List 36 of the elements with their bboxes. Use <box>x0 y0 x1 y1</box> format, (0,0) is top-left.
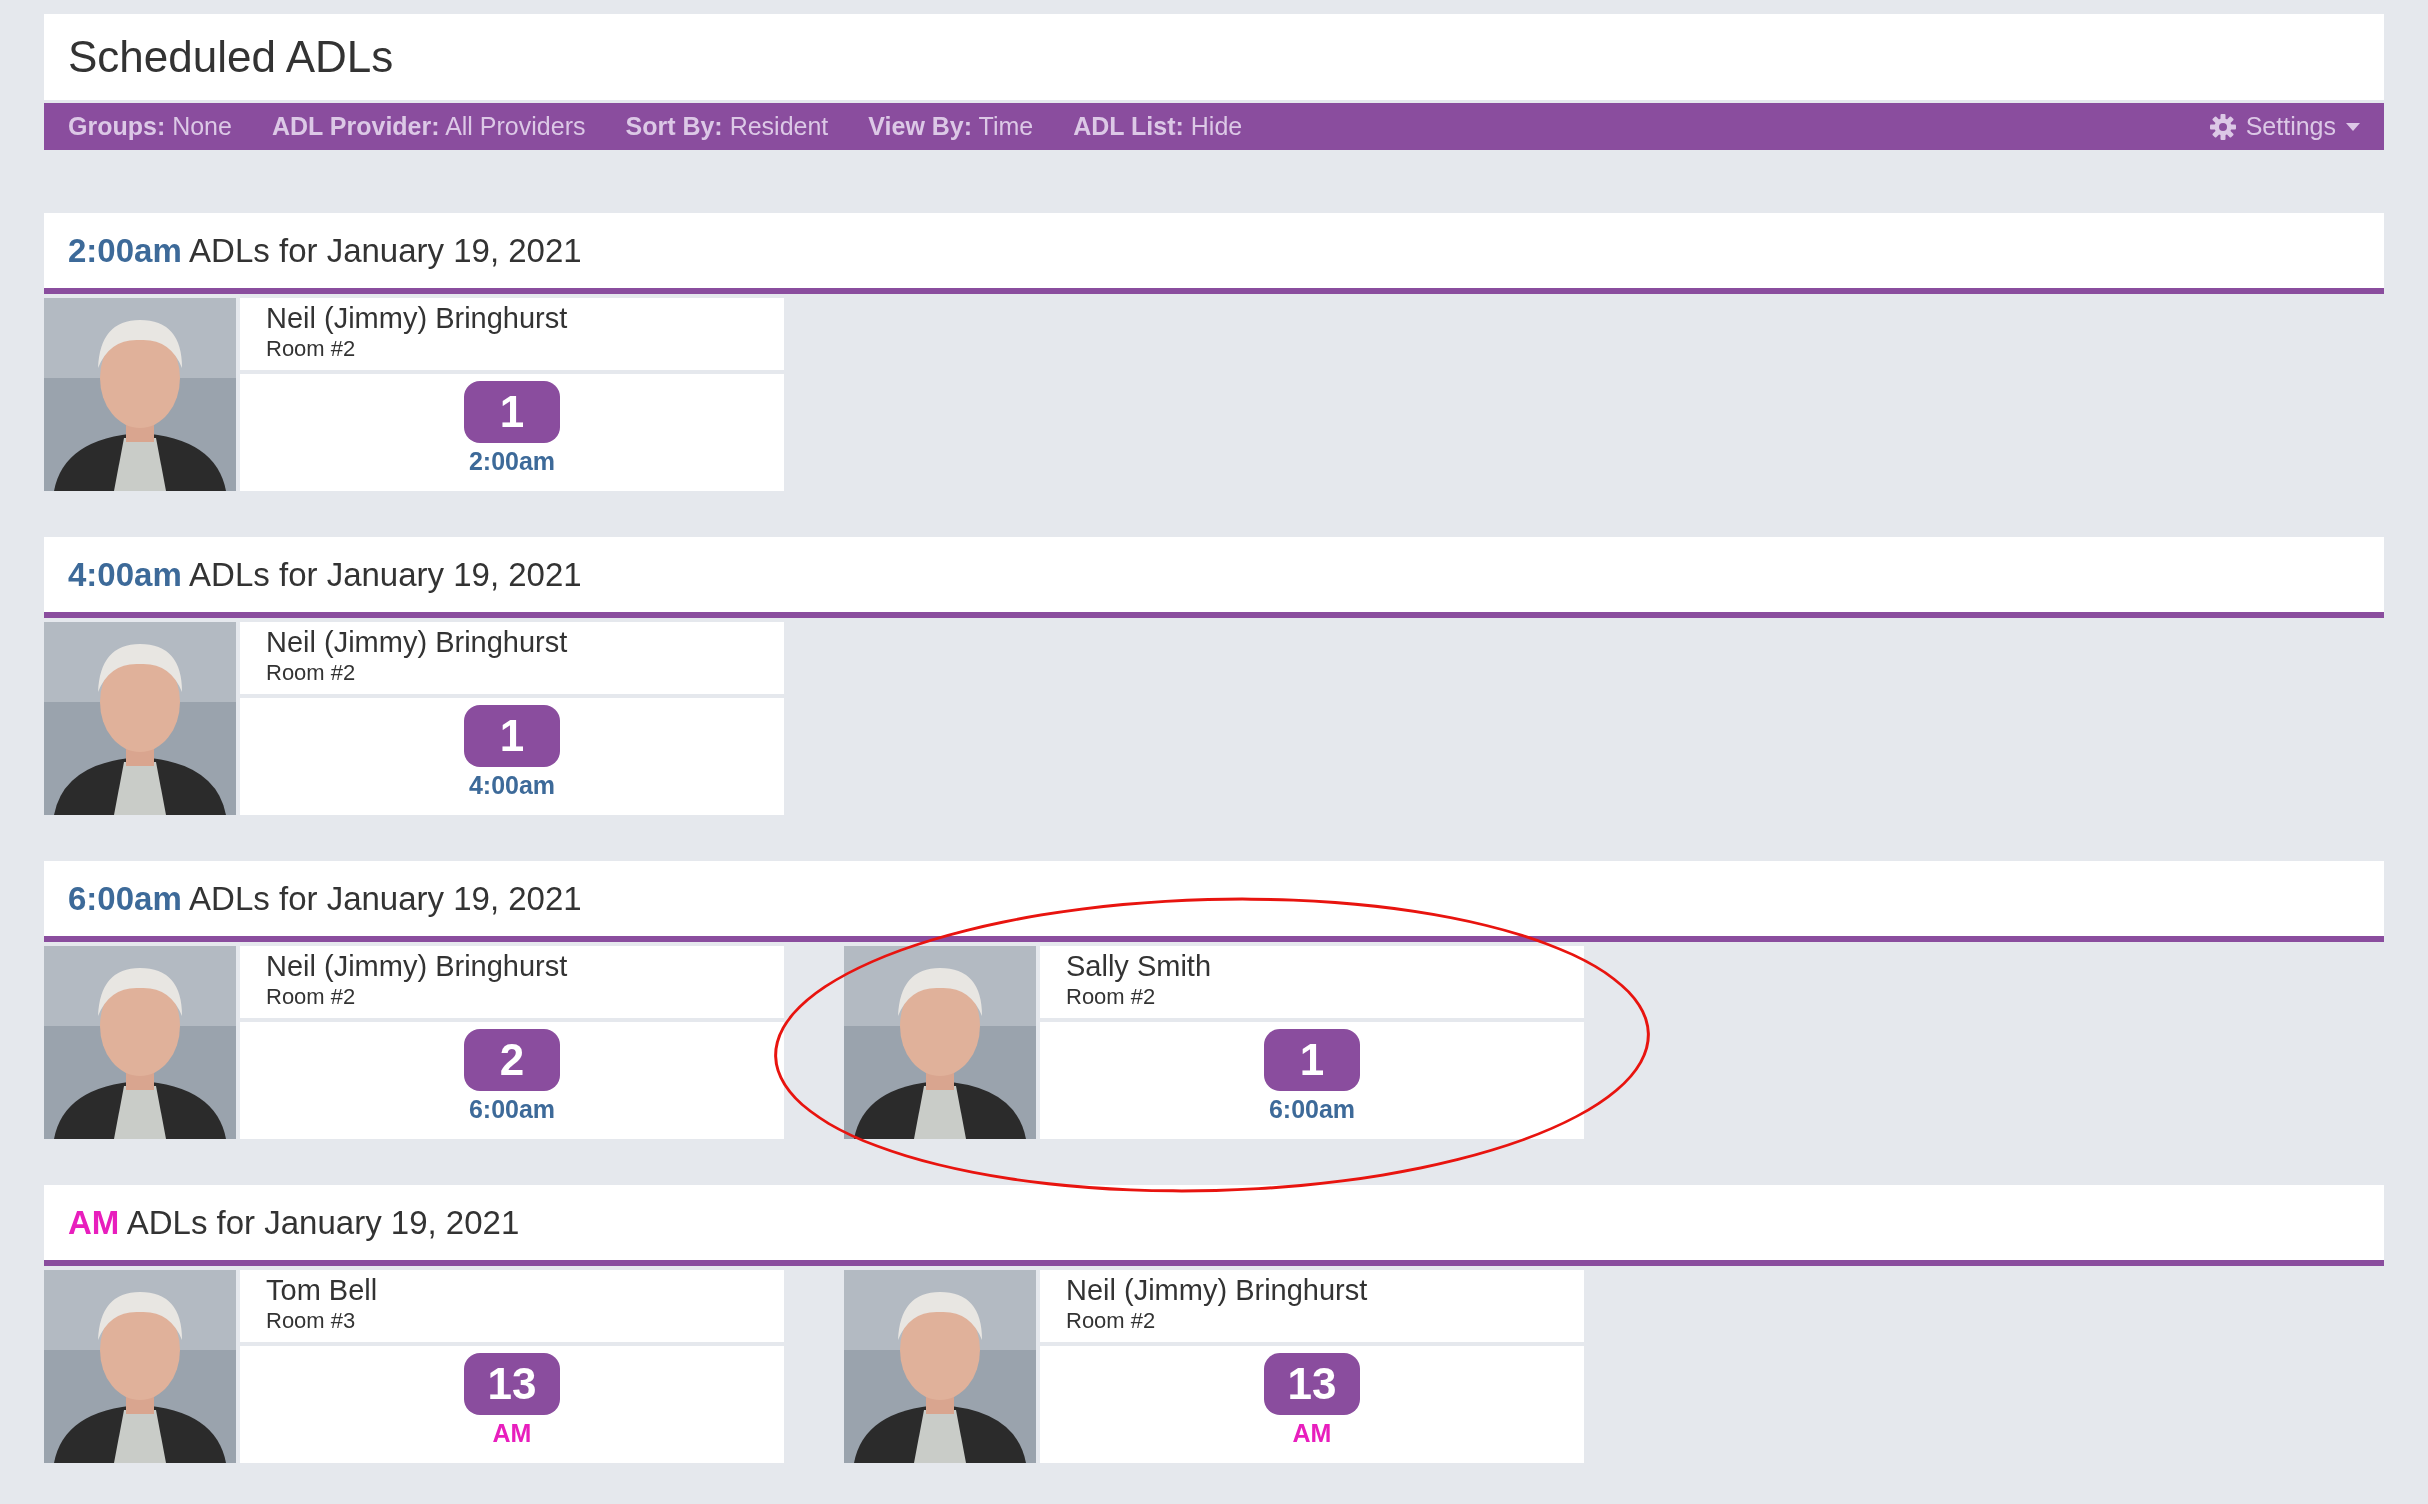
adl-count-badge[interactable]: 1 <box>464 381 560 443</box>
resident-name: Tom Bell <box>266 1273 379 1308</box>
adl-count-badge[interactable]: 2 <box>464 1029 560 1091</box>
caret-icon <box>2346 122 2360 131</box>
settings-button[interactable]: Settings <box>2209 112 2360 141</box>
room-number: Room #2 <box>266 336 357 362</box>
filter-item[interactable]: ADL List: Hide <box>1073 112 1243 141</box>
adl-count-badge[interactable]: 13 <box>1264 1353 1360 1415</box>
adl-count-badge[interactable]: 13 <box>464 1353 560 1415</box>
adl-time: AM <box>1292 1419 1332 1448</box>
adl-time: AM <box>492 1419 532 1448</box>
adl-time: 6:00am <box>468 1095 556 1124</box>
resident-name: Neil (Jimmy) Bringhurst <box>266 301 569 336</box>
section-title: 2:00am ADLs for January 19, 2021 <box>68 231 582 270</box>
adl-time: 2:00am <box>468 447 556 476</box>
room-number: Room #2 <box>266 660 357 686</box>
page-title: Scheduled ADLs <box>68 32 394 82</box>
section-title: 4:00am ADLs for January 19, 2021 <box>68 555 582 594</box>
room-number: Room #2 <box>1066 984 1157 1010</box>
adl-time: 6:00am <box>1268 1095 1356 1124</box>
resident-name: Neil (Jimmy) Bringhurst <box>1066 1273 1369 1308</box>
resident-name: Neil (Jimmy) Bringhurst <box>266 625 569 660</box>
filter-item[interactable]: View By: Time <box>868 112 1034 141</box>
room-number: Room #2 <box>1066 1308 1157 1334</box>
section-title: AM ADLs for January 19, 2021 <box>68 1203 520 1242</box>
room-number: Room #2 <box>266 984 357 1010</box>
resident-name: Neil (Jimmy) Bringhurst <box>266 949 569 984</box>
filter-item[interactable]: ADL Provider: All Providers <box>271 112 586 141</box>
section-title: 6:00am ADLs for January 19, 2021 <box>68 879 582 918</box>
adl-count-badge[interactable]: 1 <box>1264 1029 1360 1091</box>
room-number: Room #3 <box>266 1308 357 1334</box>
resident-name: Sally Smith <box>1066 949 1213 984</box>
adl-count-badge[interactable]: 1 <box>464 705 560 767</box>
adl-time: 4:00am <box>468 771 556 800</box>
filter-item[interactable]: Groups: None <box>68 112 232 141</box>
filter-item[interactable]: Sort By: Resident <box>625 112 829 141</box>
